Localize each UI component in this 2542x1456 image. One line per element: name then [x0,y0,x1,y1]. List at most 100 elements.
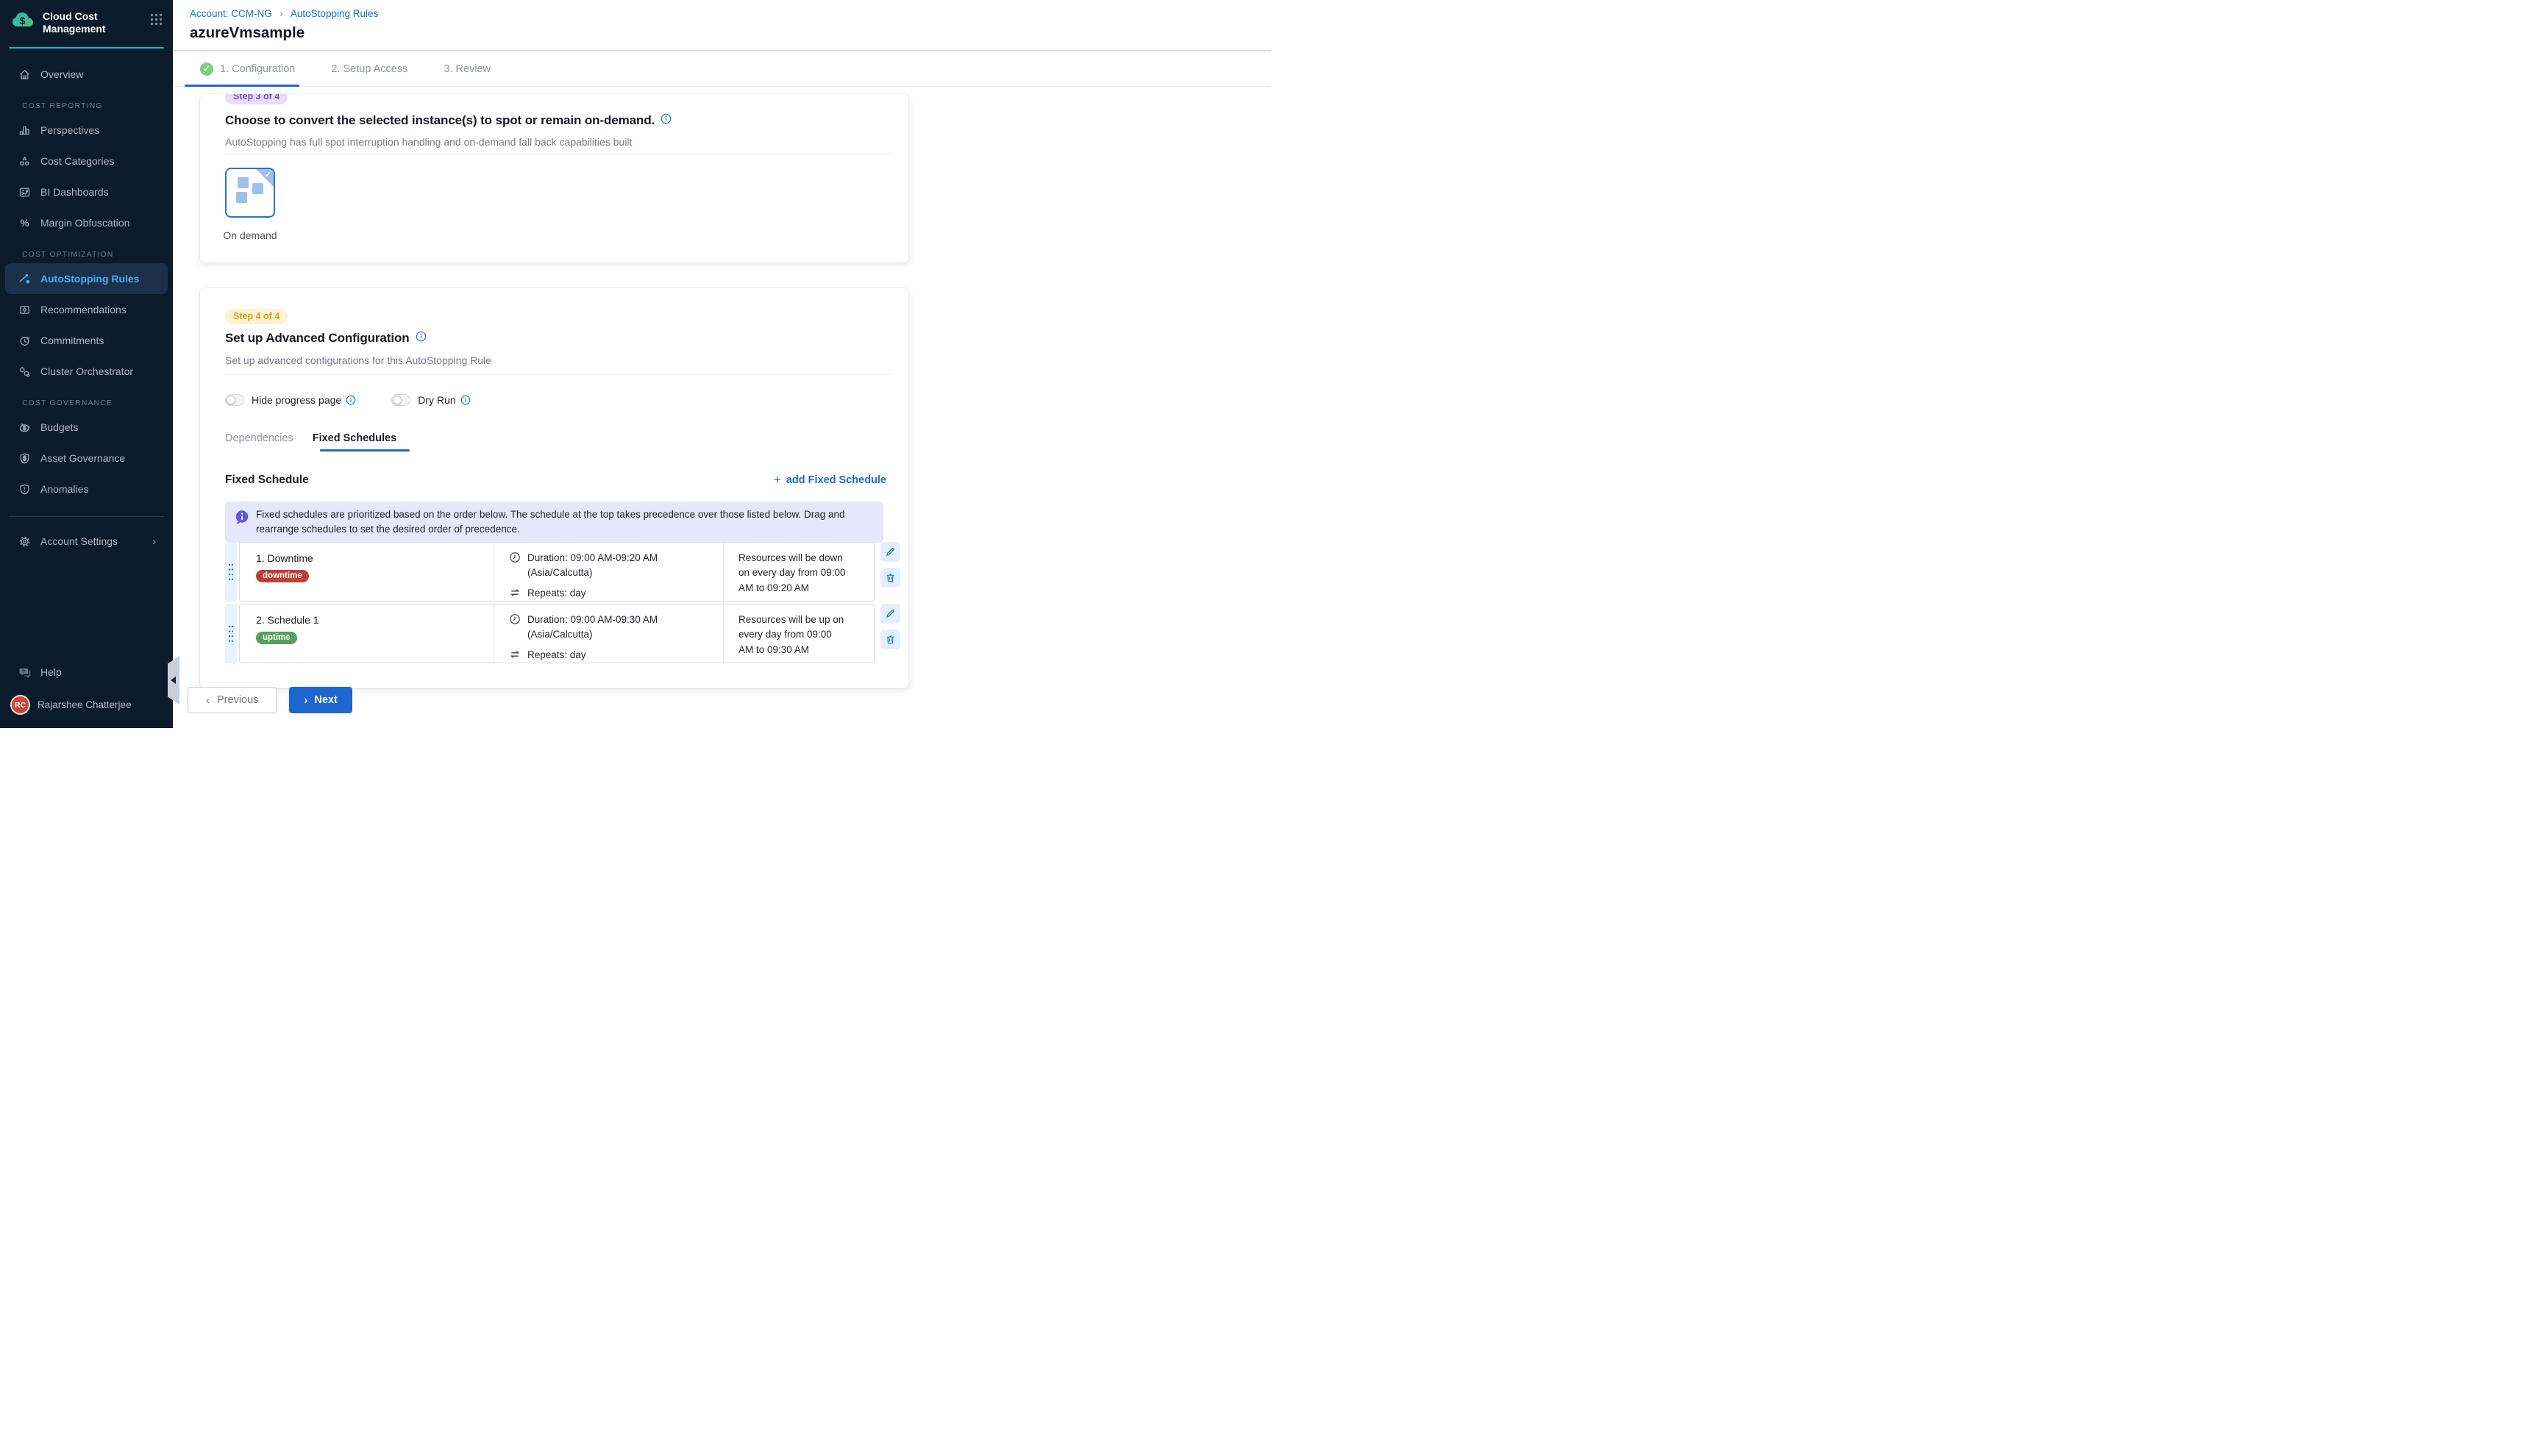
sidebar-item-label: Commitments [40,335,104,346]
sidebar-item-help[interactable]: ? Help [5,657,168,688]
dry-run-toggle[interactable]: Dry Run [391,394,470,406]
schedule-list: 1. Downtime downtime Duration: 09:00 AM-… [225,542,902,665]
info-icon[interactable] [346,395,356,405]
hide-progress-page-toggle[interactable]: Hide progress page [225,394,356,406]
schedule-row-box: 1. Downtime downtime Duration: 09:00 AM-… [239,542,875,602]
tab-dependencies[interactable]: Dependencies [225,432,293,444]
sidebar-item-overview[interactable]: Overview [5,59,168,90]
previous-button[interactable]: ‹ Previous [188,687,277,713]
fixed-schedule-title: Fixed Schedule [225,474,309,487]
edit-schedule-button[interactable] [880,542,900,562]
toggle-row: Hide progress page Dry Run [225,394,471,406]
toggle-label: Dry Run [418,394,455,406]
info-icon[interactable] [460,395,471,405]
toggle-pill[interactable] [391,394,410,406]
sidebar-item-label: Margin Obfuscation [40,217,129,229]
sidebar-header: $ Cloud Cost Management [0,0,173,43]
breadcrumb-account-link[interactable]: Account: CCM-NG [190,8,272,19]
sidebar-item-cluster-orchestrator[interactable]: Cluster Orchestrator [5,356,168,387]
schedule-meta-cell: Duration: 09:00 AM-09:20 AM (Asia/Calcut… [494,543,724,601]
main-area: Account: CCM-NG › AutoStopping Rules azu… [173,0,1271,728]
advanced-config-tabs: Dependencies Fixed Schedules [225,432,396,444]
sidebar-item-commitments[interactable]: Commitments [5,325,168,356]
app-switcher-grid-icon[interactable] [150,13,163,29]
sidebar-item-anomalies[interactable]: Anomalies [5,474,168,504]
edit-schedule-button[interactable] [880,604,900,624]
sidebar-item-budgets[interactable]: $ Budgets [5,412,168,443]
on-demand-option-tile[interactable]: ✓ [225,168,275,218]
card-subheading: Set up advanced configurations for this … [225,354,491,366]
divider [225,374,892,375]
schedule-type-badge: uptime [256,632,297,644]
info-icon[interactable] [416,331,427,346]
repeat-icon [509,648,521,663]
wizard-content: Step 3 of 4 Choose to convert the select… [173,87,1271,728]
sidebar-item-cost-categories[interactable]: Cost Categories [5,146,168,176]
app-title: Cloud Cost Management [43,10,124,35]
svg-text:$: $ [23,426,26,431]
piggy-bank-icon: $ [18,421,31,434]
toggle-pill[interactable] [225,394,244,406]
shield-alert-icon [18,483,31,496]
section-label-cost-optimization: COST OPTIMIZATION [0,238,173,263]
sidebar-item-label: Overview [40,68,83,80]
svg-text:$: $ [20,15,26,26]
avatar: RC [10,695,30,715]
sidebar-item-label: Cost Categories [40,155,114,167]
next-label: Next [314,694,337,706]
breadcrumb: Account: CCM-NG › AutoStopping Rules [190,8,1271,19]
step-badge: Step 4 of 4 [225,309,288,324]
sidebar-item-label: Budgets [40,421,78,433]
toggle-knob [393,396,402,404]
schedule-meta-cell: Duration: 09:00 AM-09:30 AM (Asia/Calcut… [494,604,724,663]
schedule-name: 2. Schedule 1 [256,614,494,626]
delete-schedule-button[interactable] [880,568,900,588]
delete-schedule-button[interactable] [880,629,900,649]
chevron-separator-icon: › [280,8,283,19]
page-header: Account: CCM-NG › AutoStopping Rules azu… [173,0,1271,51]
card-heading: Set up Advanced Configuration [225,331,427,346]
next-button[interactable]: › Next [289,687,352,713]
sidebar-item-margin-obfuscation[interactable]: % Margin Obfuscation [5,207,168,238]
sidebar-item-account-settings[interactable]: Account Settings › [5,526,168,557]
sidebar-collapse-handle[interactable] [168,656,179,704]
tab-configuration[interactable]: ✓ 1. Configuration [200,63,295,76]
schedule-repeats: Repeats: day [527,648,677,663]
sidebar-item-autostopping-rules[interactable]: AutoStopping Rules [5,263,168,294]
hexagons-icon [18,365,31,378]
tab-label: 2. Setup Access [331,63,407,75]
svg-text:?: ? [22,668,26,674]
schedule-name-cell: 1. Downtime downtime [240,543,494,601]
wizard-footer: ‹ Previous › Next [188,687,352,713]
sidebar-item-asset-governance[interactable]: $ Asset Governance [5,443,168,474]
toggle-label: Hide progress page [252,394,341,406]
info-bubble-icon [235,510,249,529]
check-circle-icon: ✓ [200,63,213,76]
add-label: add Fixed Schedule [786,474,886,486]
sidebar-item-recommendations[interactable]: Recommendations [5,294,168,325]
schedule-description: Resources will be down on every day from… [724,543,874,601]
sidebar-item-perspectives[interactable]: Perspectives [5,115,168,146]
schedule-name: 1. Downtime [256,552,494,564]
help-chat-icon: ? [18,666,31,679]
tab-label: 1. Configuration [220,63,295,75]
breadcrumb-section-link[interactable]: AutoStopping Rules [291,8,378,19]
add-fixed-schedule-button[interactable]: + add Fixed Schedule [774,474,886,486]
sidebar-item-bi-dashboards[interactable]: BI Dashboards [5,176,168,207]
repeat-icon [509,586,521,601]
recommendation-badge-icon [18,304,31,316]
heading-text: Choose to convert the selected instance(… [225,113,655,128]
shield-dollar-icon: $ [18,452,31,465]
user-profile[interactable]: RC Rajarshee Chatterjee [0,688,173,724]
sidebar-item-label: AutoStopping Rules [40,273,140,285]
percent-icon: % [18,217,31,229]
section-label-cost-governance: COST GOVERNANCE [0,387,173,412]
schedule-duration: Duration: 09:00 AM-09:30 AM (Asia/Calcut… [527,613,677,641]
tab-fixed-schedules[interactable]: Fixed Schedules [313,432,396,444]
schedule-name-cell: 2. Schedule 1 uptime [240,604,494,663]
drag-handle[interactable] [225,542,237,602]
info-icon[interactable] [661,113,672,128]
tab-setup-access[interactable]: 2. Setup Access [331,63,407,75]
tab-review[interactable]: 3. Review [444,63,491,75]
drag-handle[interactable] [225,604,237,663]
